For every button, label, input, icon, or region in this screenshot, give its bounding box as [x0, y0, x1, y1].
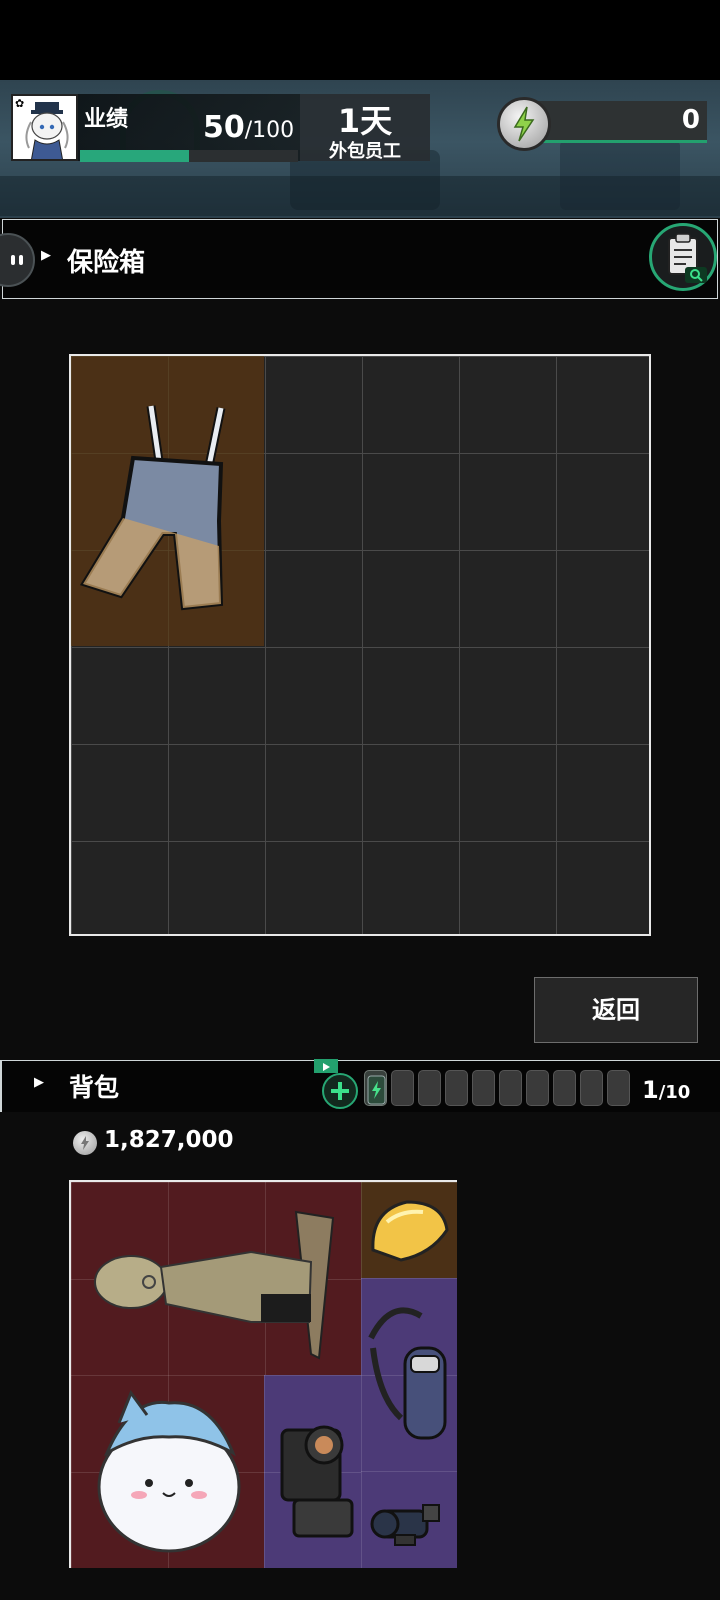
backpack-grid[interactable] — [69, 1180, 457, 1568]
energy-value: 0 — [681, 105, 700, 135]
battery-slot-empty — [472, 1070, 495, 1106]
backpack-item-scope[interactable] — [361, 1471, 457, 1568]
coin-icon — [73, 1131, 97, 1155]
lightning-coin-icon[interactable] — [497, 97, 551, 151]
clipboard-search-icon — [668, 233, 707, 283]
money-value: 1,827,000 — [104, 1127, 234, 1153]
expand-triangle-icon: ▶ — [34, 1075, 44, 1090]
expand-triangle-icon: ▶ — [41, 248, 51, 263]
battery-slot-empty — [580, 1070, 603, 1106]
backpack-bar[interactable]: ▶ 背包 1/10 — [0, 1059, 720, 1112]
day-label: 外包员工 — [329, 141, 401, 162]
backpack-item-camcorder[interactable] — [264, 1375, 361, 1568]
battery-slot-empty — [445, 1070, 468, 1106]
battery-slot-empty — [607, 1070, 630, 1106]
battery-slot-empty — [391, 1070, 414, 1106]
waist-bag-icon — [368, 1307, 447, 1440]
safe-box-bar[interactable]: ▶ 保险箱 — [0, 219, 718, 299]
backpack-title: 背包 — [69, 1073, 120, 1102]
statue-icon — [94, 1210, 335, 1360]
battery-slot-empty — [499, 1070, 522, 1106]
battery-slot-empty — [553, 1070, 576, 1106]
avatar[interactable]: ✿ — [11, 94, 78, 161]
add-slot-button[interactable] — [322, 1073, 358, 1109]
video-play-icon — [314, 1059, 338, 1073]
plus-icon — [331, 1082, 349, 1100]
battery-slot-empty — [418, 1070, 441, 1106]
side-handle-icon[interactable] — [0, 233, 35, 287]
gear-icon: ✿ — [15, 97, 25, 110]
battery-slot-full — [364, 1070, 387, 1106]
safe-box-grid[interactable] — [69, 354, 651, 936]
lightning-icon — [513, 106, 535, 142]
backpack-count: 1/10 — [642, 1076, 691, 1104]
performance-bar-fill — [80, 150, 189, 162]
safe-item-slot-overalls[interactable] — [71, 356, 264, 646]
clipboard-search-button[interactable] — [649, 223, 717, 291]
status-band — [0, 0, 720, 80]
pause-dots-icon — [11, 255, 23, 265]
lightning-icon — [81, 1136, 89, 1150]
battery-icon — [367, 1075, 386, 1105]
overalls-icon — [79, 405, 226, 611]
rifle-scope-icon — [370, 1504, 440, 1546]
day-value: 1天 — [337, 102, 393, 140]
performance-label: 业绩 — [84, 107, 129, 132]
backpack-item-cheese[interactable] — [361, 1182, 457, 1278]
backpack-item-waist-bag[interactable] — [361, 1278, 457, 1471]
safe-box-title: 保险箱 — [67, 248, 146, 278]
camcorder-icon — [280, 1425, 354, 1538]
background-decoration — [560, 140, 680, 210]
performance-value: 50/100 — [203, 110, 295, 145]
backpack-item-plush[interactable] — [71, 1375, 264, 1568]
backpack-item-statue[interactable] — [71, 1182, 361, 1375]
back-button[interactable]: 返回 — [534, 977, 698, 1043]
cheese-icon — [371, 1200, 449, 1262]
battery-slot-empty — [526, 1070, 549, 1106]
cat-plush-icon — [97, 1389, 241, 1553]
play-triangle-icon — [323, 1063, 330, 1071]
